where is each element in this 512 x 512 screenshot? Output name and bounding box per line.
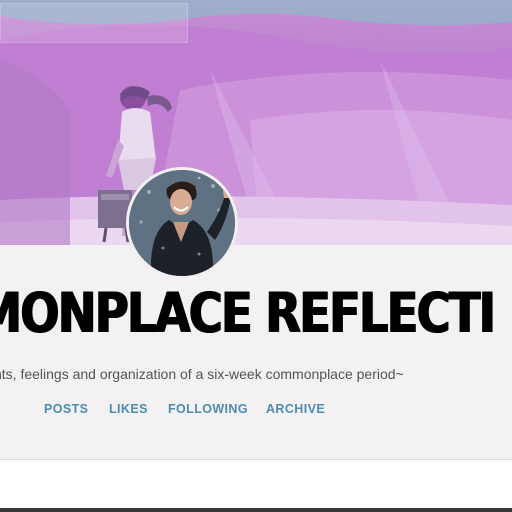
avatar-photo bbox=[129, 170, 235, 276]
profile-panel bbox=[0, 245, 512, 459]
blog-title[interactable]: MONPLACE REFLECTI bbox=[0, 286, 496, 341]
posts-area bbox=[0, 460, 512, 512]
search-box[interactable] bbox=[0, 3, 188, 43]
blog-page: MONPLACE REFLECTI hts, feelings and orga… bbox=[0, 0, 512, 512]
header-image bbox=[0, 0, 512, 245]
nav-link-posts[interactable]: POSTS bbox=[44, 402, 88, 416]
nav-link-likes[interactable]: LIKES bbox=[109, 402, 148, 416]
avatar[interactable] bbox=[126, 167, 238, 279]
nav-link-archive[interactable]: ARCHIVE bbox=[266, 402, 325, 416]
blog-description: hts, feelings and organization of a six-… bbox=[0, 366, 404, 382]
bottom-edge bbox=[0, 508, 512, 512]
nav-link-following[interactable]: FOLLOWING bbox=[168, 402, 248, 416]
